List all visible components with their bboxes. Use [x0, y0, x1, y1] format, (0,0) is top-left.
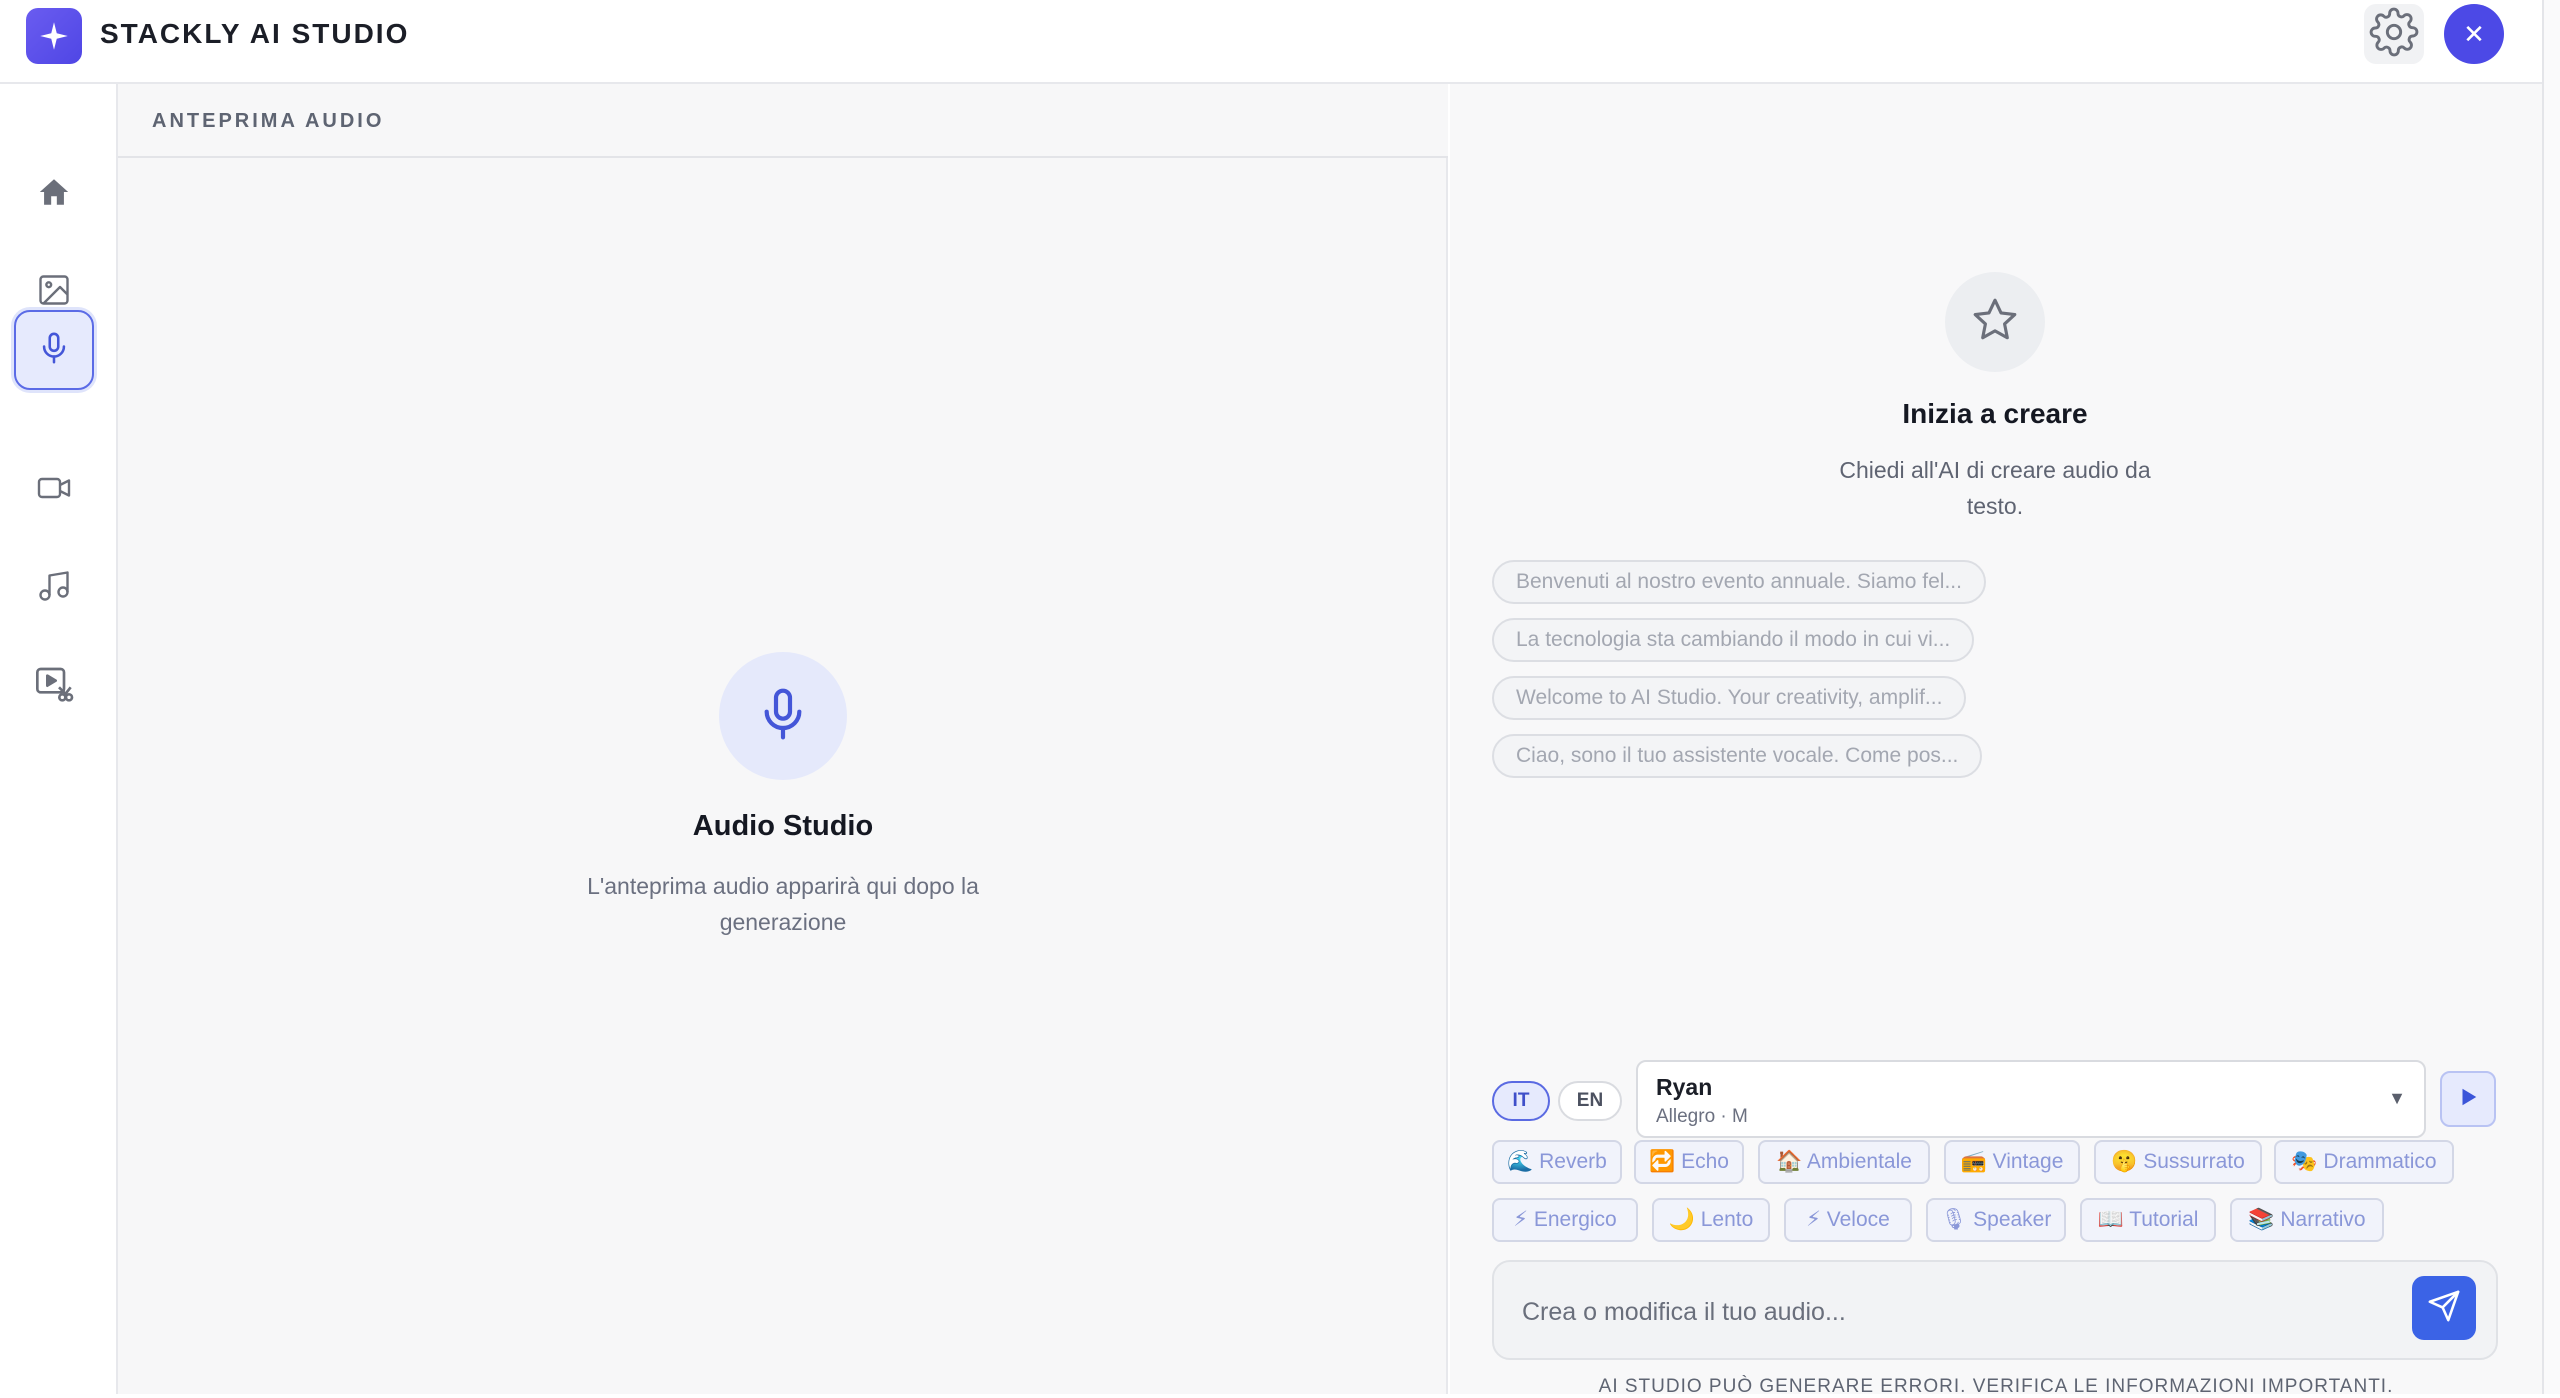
microphone-icon — [755, 686, 811, 747]
effect-label: Narrativo — [2280, 1208, 2366, 1231]
sidebar-item-audio[interactable] — [14, 310, 94, 390]
home-icon — [37, 175, 71, 214]
prompt-input[interactable] — [1522, 1292, 2402, 1332]
empty-state-subtitle: Chiedi all'AI di creare audio da testo. — [1839, 457, 2151, 519]
moon-icon: 🌙 — [1668, 1208, 1695, 1231]
wave-icon: 🌊 — [1507, 1150, 1534, 1173]
voice-preview-play-button[interactable] — [2440, 1071, 2496, 1127]
app-title: STACKLY AI STUDIO — [100, 18, 410, 49]
effect-label: Reverb — [1539, 1150, 1607, 1173]
preview-title: Audio Studio — [692, 810, 874, 842]
language-toggle-it[interactable]: IT — [1492, 1081, 1550, 1121]
book-icon: 📖 — [2097, 1208, 2124, 1231]
sidebar-item-video-edit[interactable] — [14, 646, 94, 726]
effect-label: Ambientale — [1806, 1150, 1912, 1173]
effect-label: Tutorial — [2129, 1208, 2199, 1231]
gear-icon — [2369, 7, 2419, 62]
effect-chip-lento[interactable]: 🌙 Lento — [1652, 1198, 1770, 1242]
effect-label: Lento — [1700, 1208, 1754, 1231]
effect-label: Vintage — [1992, 1150, 2064, 1173]
lightning-icon: ⚡ — [1513, 1208, 1528, 1231]
sidebar-item-video[interactable] — [14, 450, 94, 530]
microphone-icon — [37, 331, 71, 370]
audio-preview-panel: ANTEPRIMA AUDIO Audio Studio L'anteprima… — [118, 84, 1448, 1394]
suggestion-chip[interactable]: Ciao, sono il tuo assistente vocale. Com… — [1492, 734, 1983, 778]
image-icon — [36, 272, 72, 313]
effect-label: Sussurrato — [2143, 1150, 2245, 1173]
house-icon: 🏠 — [1776, 1150, 1803, 1173]
close-icon: ✕ — [2463, 18, 2485, 49]
close-button[interactable]: ✕ — [2444, 4, 2504, 64]
effect-chip-narrativo[interactable]: 📚 Narrativo — [2230, 1198, 2384, 1242]
suggestion-chip[interactable]: Benvenuti al nostro evento annuale. Siam… — [1492, 560, 1986, 604]
video-edit-icon — [34, 664, 74, 709]
lightning-icon: ⚡ — [1806, 1208, 1821, 1231]
empty-state-badge — [1945, 272, 2045, 372]
disclaimer-text: AI STUDIO PUÒ GENERARE ERRORI. VERIFICA … — [1598, 1376, 2394, 1397]
effect-chip-sussurrato[interactable]: 🤫 Sussurrato — [2094, 1140, 2262, 1184]
sidebar — [0, 84, 118, 1394]
video-camera-icon — [36, 470, 72, 511]
sidebar-item-music[interactable] — [14, 548, 94, 628]
effect-label: Drammatico — [2323, 1150, 2437, 1173]
chevron-down-icon: ▼ — [2388, 1088, 2406, 1108]
preview-subtitle: L'anteprima audio apparirà qui dopo la g… — [587, 873, 979, 935]
effect-label: Energico — [1533, 1208, 1617, 1231]
send-icon — [2427, 1289, 2461, 1328]
microphone-icon: 🎙 — [1940, 1208, 1968, 1231]
voice-meta: Allegro · M — [1656, 1106, 1748, 1127]
effect-chip-speaker[interactable]: 🎙 Speaker — [1926, 1198, 2066, 1242]
prompt-input-container — [1492, 1260, 2498, 1360]
theater-masks-icon: 🎭 — [2291, 1150, 2318, 1173]
effect-chip-energico[interactable]: ⚡ Energico — [1492, 1198, 1638, 1242]
music-note-icon — [36, 568, 72, 609]
empty-state-title: Inizia a creare — [1902, 398, 2088, 429]
effect-chip-reverb[interactable]: 🌊 Reverb — [1492, 1140, 1622, 1184]
voice-name: Ryan — [1656, 1074, 1713, 1100]
settings-button[interactable] — [2364, 4, 2424, 64]
effect-chip-vintage[interactable]: 📻 Vintage — [1944, 1140, 2080, 1184]
radio-icon: 📻 — [1960, 1150, 1987, 1173]
books-icon: 📚 — [2248, 1208, 2275, 1231]
send-button[interactable] — [2412, 1276, 2476, 1340]
star-icon — [1970, 295, 2020, 350]
effect-label: Speaker — [1973, 1208, 2052, 1231]
top-bar: STACKLY AI STUDIO ✕ — [0, 0, 2560, 84]
effect-label: Echo — [1681, 1150, 1729, 1173]
effect-chip-tutorial[interactable]: 📖 Tutorial — [2080, 1198, 2216, 1242]
window-edge — [2542, 0, 2560, 1394]
effect-label: Veloce — [1826, 1208, 1890, 1231]
effect-chip-drammatico[interactable]: 🎭 Drammatico — [2274, 1140, 2454, 1184]
preview-header: ANTEPRIMA AUDIO — [118, 84, 1448, 158]
effect-chip-ambientale[interactable]: 🏠 Ambientale — [1758, 1140, 1930, 1184]
chat-panel: Inizia a creare Chiedi all'AI di creare … — [1450, 84, 2542, 1394]
play-icon — [2457, 1086, 2479, 1113]
language-toggle-en[interactable]: EN — [1558, 1081, 1622, 1121]
sidebar-item-home[interactable] — [14, 154, 94, 234]
effect-chip-veloce[interactable]: ⚡ Veloce — [1784, 1198, 1912, 1242]
repeat-icon: 🔁 — [1649, 1150, 1676, 1173]
preview-header-label: ANTEPRIMA AUDIO — [152, 110, 385, 132]
voice-select[interactable]: Ryan Allegro · M ▼ — [1636, 1060, 2426, 1138]
preview-mic-badge — [719, 652, 847, 780]
effect-chip-echo[interactable]: 🔁 Echo — [1634, 1140, 1744, 1184]
suggestion-chip[interactable]: Welcome to AI Studio. Your creativity, a… — [1492, 676, 1967, 720]
shush-icon: 🤫 — [2111, 1150, 2138, 1173]
sparkle-icon — [26, 8, 82, 64]
suggestion-chip[interactable]: La tecnologia sta cambiando il modo in c… — [1492, 618, 1975, 662]
